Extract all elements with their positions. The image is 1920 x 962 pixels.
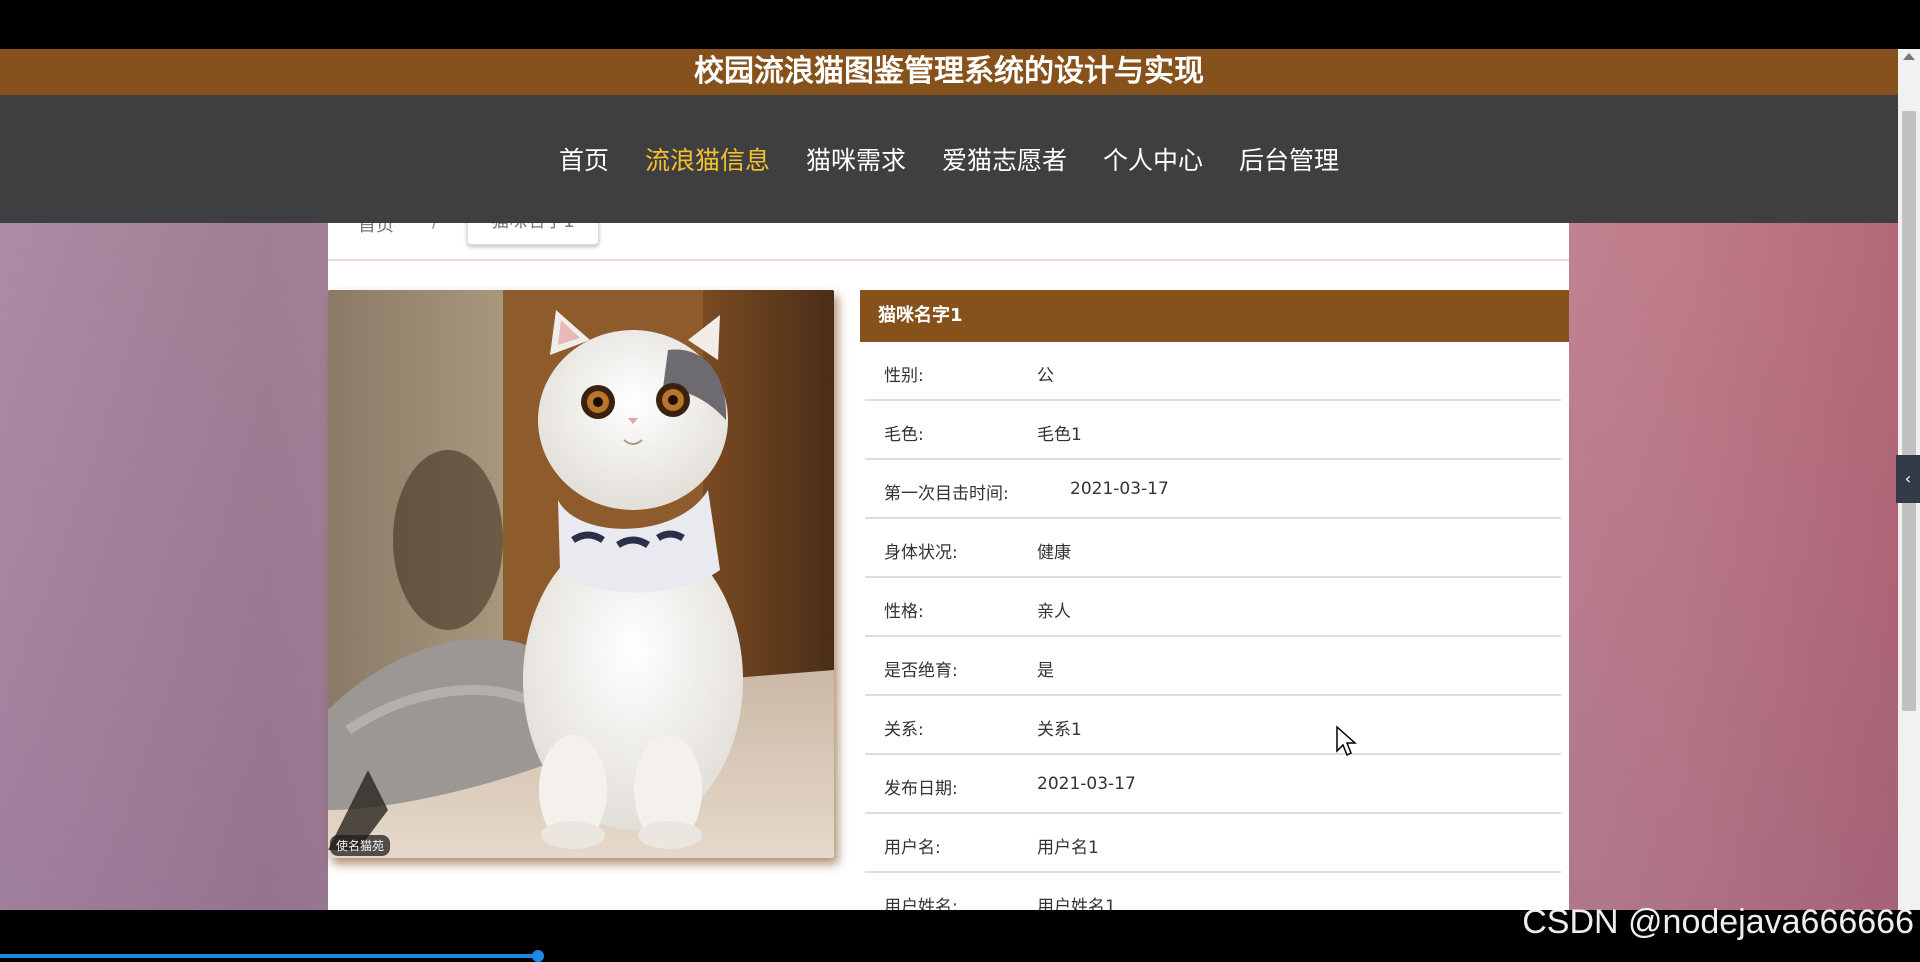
detail-label: 发布日期:	[884, 779, 958, 799]
side-panel-toggle[interactable]: ‹	[1896, 455, 1920, 503]
scroll-up-arrow-icon[interactable]	[1903, 53, 1915, 60]
detail-label: 是否绝育:	[884, 661, 958, 681]
detail-value: 健康	[1037, 543, 1071, 563]
detail-row-fur-color: 毛色: 毛色1	[865, 401, 1561, 460]
detail-value: 2021-03-17	[1037, 774, 1136, 794]
detail-label: 用户姓名:	[884, 897, 958, 910]
detail-row-first-sighting: 第一次目击时间: 2021-03-17	[865, 460, 1561, 519]
video-progress-handle[interactable]	[532, 950, 544, 962]
detail-label: 第一次目击时间:	[884, 484, 1009, 504]
detail-label: 性别:	[884, 366, 924, 386]
cat-detail-panel: 猫咪名字1 性别: 公 毛色: 毛色1 第一次目击时间: 2021-03-17 …	[860, 290, 1569, 910]
photo-watermark: 使名猫苑	[330, 835, 391, 856]
detail-row-neutered: 是否绝育: 是	[865, 637, 1561, 696]
nav-item-stray-cat-info[interactable]: 流浪猫信息	[645, 141, 770, 177]
cat-name-heading: 猫咪名字1	[860, 290, 1569, 342]
nav-item-personal-center[interactable]: 个人中心	[1103, 141, 1203, 177]
main-nav: 首页 流浪猫信息 猫咪需求 爱猫志愿者 个人中心 后台管理	[0, 95, 1898, 223]
detail-label: 用户名:	[884, 838, 941, 858]
detail-label: 身体状况:	[884, 543, 958, 563]
scrollbar-thumb[interactable]	[1902, 111, 1916, 711]
detail-value: 用户名1	[1037, 838, 1099, 858]
nav-item-cat-needs[interactable]: 猫咪需求	[806, 141, 906, 177]
mouse-cursor-icon	[1336, 725, 1357, 757]
content-panel: 首页 / 猫咪名字1	[328, 205, 1569, 910]
detail-value: 关系1	[1037, 720, 1082, 740]
detail-label: 关系:	[884, 720, 924, 740]
cat-photo: 使名猫苑	[328, 290, 834, 858]
video-top-bar	[0, 0, 1920, 49]
detail-row-gender: 性别: 公	[865, 342, 1561, 401]
detail-row-health: 身体状况: 健康	[865, 519, 1561, 578]
detail-row-relation: 关系: 关系1	[865, 696, 1561, 755]
csdn-watermark: CSDN @nodejava666666	[1522, 903, 1914, 941]
detail-value: 用户姓名1	[1037, 897, 1116, 910]
detail-row-publish-date: 发布日期: 2021-03-17	[865, 755, 1561, 814]
detail-value: 2021-03-17	[1070, 479, 1169, 499]
detail-value: 毛色1	[1037, 425, 1082, 445]
detail-row-temperament: 性格: 亲人	[865, 578, 1561, 637]
site-title: 校园流浪猫图鉴管理系统的设计与实现	[0, 49, 1898, 95]
video-progress-bar[interactable]	[0, 954, 538, 958]
detail-row-user-fullname: 用户姓名: 用户姓名1	[865, 873, 1561, 910]
browser-page: 校园流浪猫图鉴管理系统的设计与实现 首页 流浪猫信息 猫咪需求 爱猫志愿者 个人…	[0, 49, 1898, 910]
detail-row-username: 用户名: 用户名1	[865, 814, 1561, 873]
nav-item-home[interactable]: 首页	[559, 141, 609, 177]
nav-item-volunteers[interactable]: 爱猫志愿者	[942, 141, 1067, 177]
detail-label: 毛色:	[884, 425, 924, 445]
cat-photo-illustration	[328, 290, 834, 858]
detail-value: 是	[1037, 661, 1054, 681]
detail-value: 公	[1037, 366, 1054, 386]
detail-value: 亲人	[1037, 602, 1071, 622]
detail-label: 性格:	[884, 602, 924, 622]
nav-item-admin[interactable]: 后台管理	[1239, 141, 1339, 177]
